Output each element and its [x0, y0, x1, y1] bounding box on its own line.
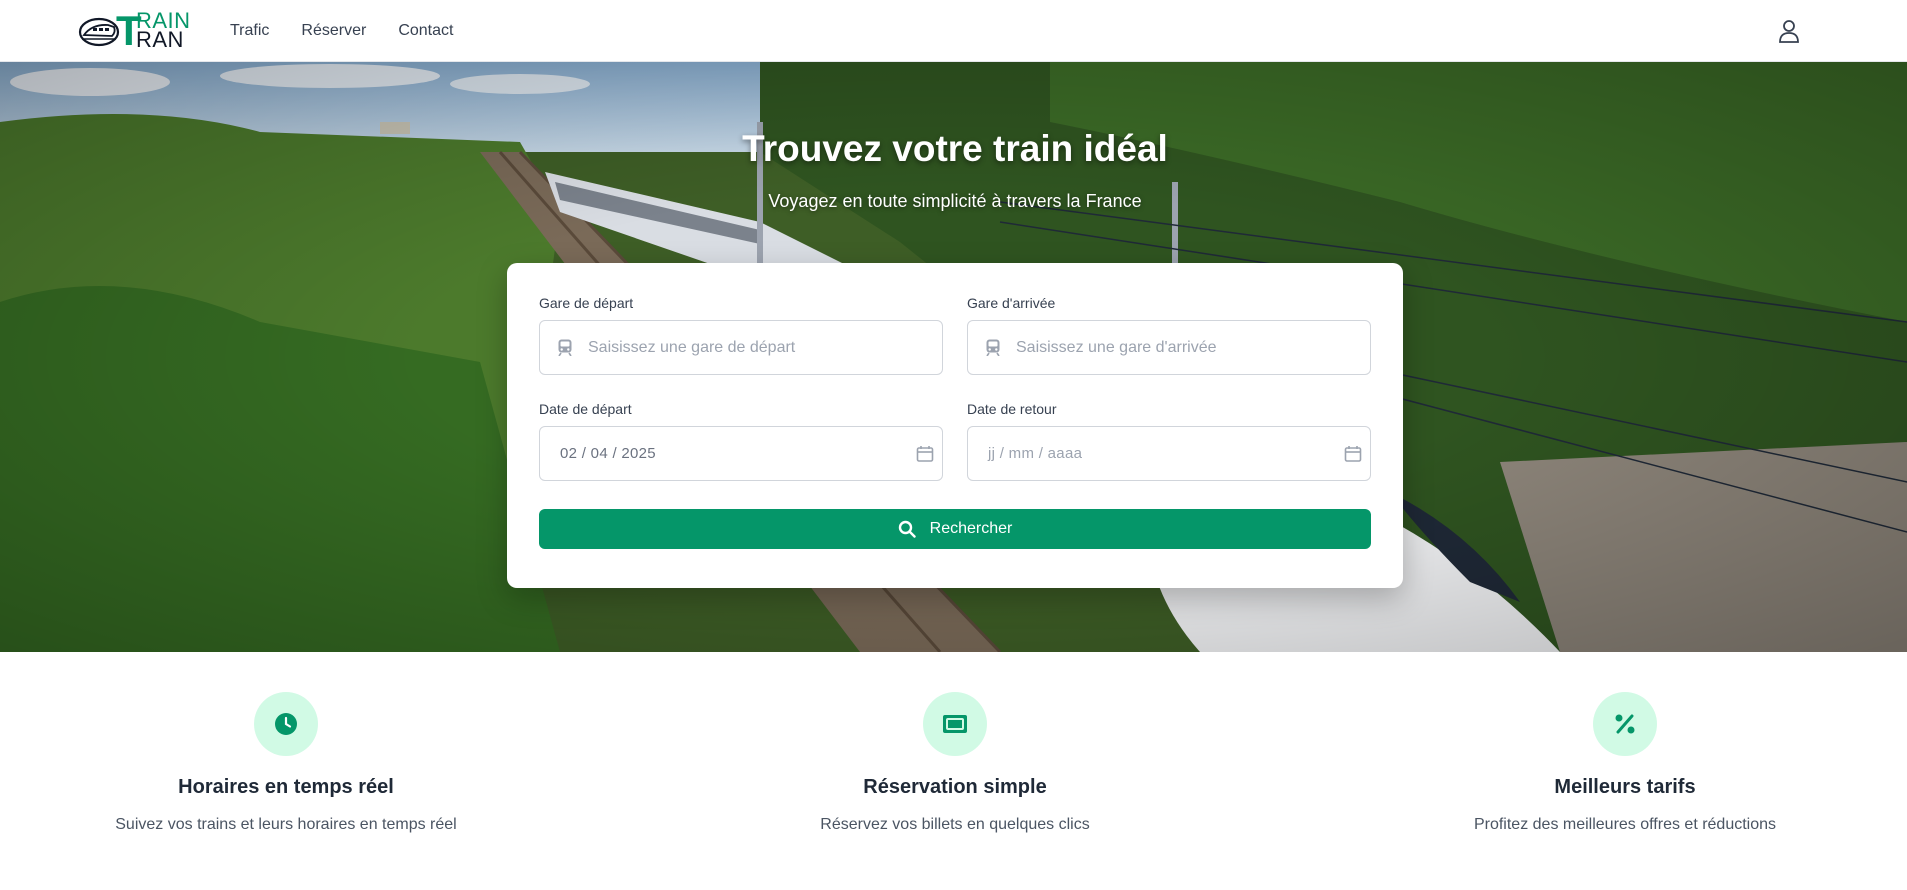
nav-link-reserver[interactable]: Réserver	[301, 22, 366, 40]
feature-prices: Meilleurs tarifs Profitez des meilleures…	[1345, 692, 1905, 834]
feature-icon-circle	[923, 692, 987, 756]
feature-icon-circle	[254, 692, 318, 756]
search-icon	[898, 520, 916, 538]
calendar-icon[interactable]	[916, 445, 934, 463]
search-button[interactable]: Rechercher	[539, 509, 1371, 549]
train-icon	[986, 339, 1000, 356]
arrival-station-label: Gare d'arrivée	[967, 295, 1056, 311]
feature-description: Réservez vos billets en quelques clics	[820, 816, 1090, 833]
feature-realtime: Horaires en temps réel Suivez vos trains…	[6, 692, 566, 834]
user-icon	[1779, 19, 1799, 43]
departure-station-input[interactable]	[540, 321, 942, 374]
feature-description: Suivez vos trains et leurs horaires en t…	[115, 816, 457, 833]
search-card: Gare de départ Gare d'arrivée	[507, 263, 1403, 588]
brand-initial: T	[116, 6, 143, 54]
return-date-group: Date de retour jj / mm / aaaa	[967, 401, 1371, 481]
departure-date-label: Date de départ	[539, 401, 632, 417]
clock-icon	[275, 713, 297, 735]
departure-date-group: Date de départ 02 / 04 / 2025	[539, 401, 943, 481]
departure-date-input[interactable]: 02 / 04 / 2025	[539, 426, 943, 481]
feature-title: Meilleurs tarifs	[1554, 776, 1696, 798]
top-navbar: T RAIN RAN Trafic Réserver Contact	[0, 0, 1907, 62]
departure-station-field[interactable]	[539, 320, 943, 375]
departure-date-value: 02 / 04 / 2025	[560, 445, 656, 462]
nav-link-trafic[interactable]: Trafic	[230, 22, 269, 40]
feature-title: Horaires en temps réel	[178, 776, 394, 798]
hero-subtitle: Voyagez en toute simplicité à travers la…	[768, 191, 1142, 211]
hero-title: Trouvez votre train idéal	[742, 128, 1168, 169]
search-button-label: Rechercher	[929, 520, 1013, 537]
departure-station-label: Gare de départ	[539, 295, 634, 311]
return-date-placeholder: jj / mm / aaaa	[988, 445, 1083, 462]
departure-station-group: Gare de départ	[539, 295, 943, 375]
features-section: Horaires en temps réel Suivez vos trains…	[0, 652, 1907, 890]
search-form-grid: Gare de départ Gare d'arrivée	[539, 295, 1371, 481]
feature-icon-circle	[1593, 692, 1657, 756]
percent-icon	[1615, 714, 1635, 734]
main-nav: Trafic Réserver Contact	[230, 22, 453, 40]
train-icon	[558, 339, 572, 356]
arrival-station-field[interactable]	[967, 320, 1371, 375]
hero-section: Trouvez votre train idéal Voyagez en tou…	[0, 62, 1907, 652]
feature-booking: Réservation simple Réservez vos billets …	[675, 692, 1235, 834]
arrival-station-input[interactable]	[968, 321, 1370, 374]
feature-description: Profitez des meilleures offres et réduct…	[1473, 816, 1777, 833]
feature-title: Réservation simple	[863, 776, 1047, 798]
calendar-icon[interactable]	[1344, 445, 1362, 463]
return-date-input[interactable]: jj / mm / aaaa	[967, 426, 1371, 481]
brand-logo[interactable]: T RAIN RAN	[78, 6, 191, 54]
user-account-button[interactable]	[1769, 11, 1809, 51]
nav-link-contact[interactable]: Contact	[398, 22, 453, 40]
brand-name: T RAIN RAN	[116, 6, 191, 54]
arrival-station-group: Gare d'arrivée	[967, 295, 1371, 375]
ticket-icon	[943, 715, 967, 733]
return-date-label: Date de retour	[967, 401, 1057, 417]
